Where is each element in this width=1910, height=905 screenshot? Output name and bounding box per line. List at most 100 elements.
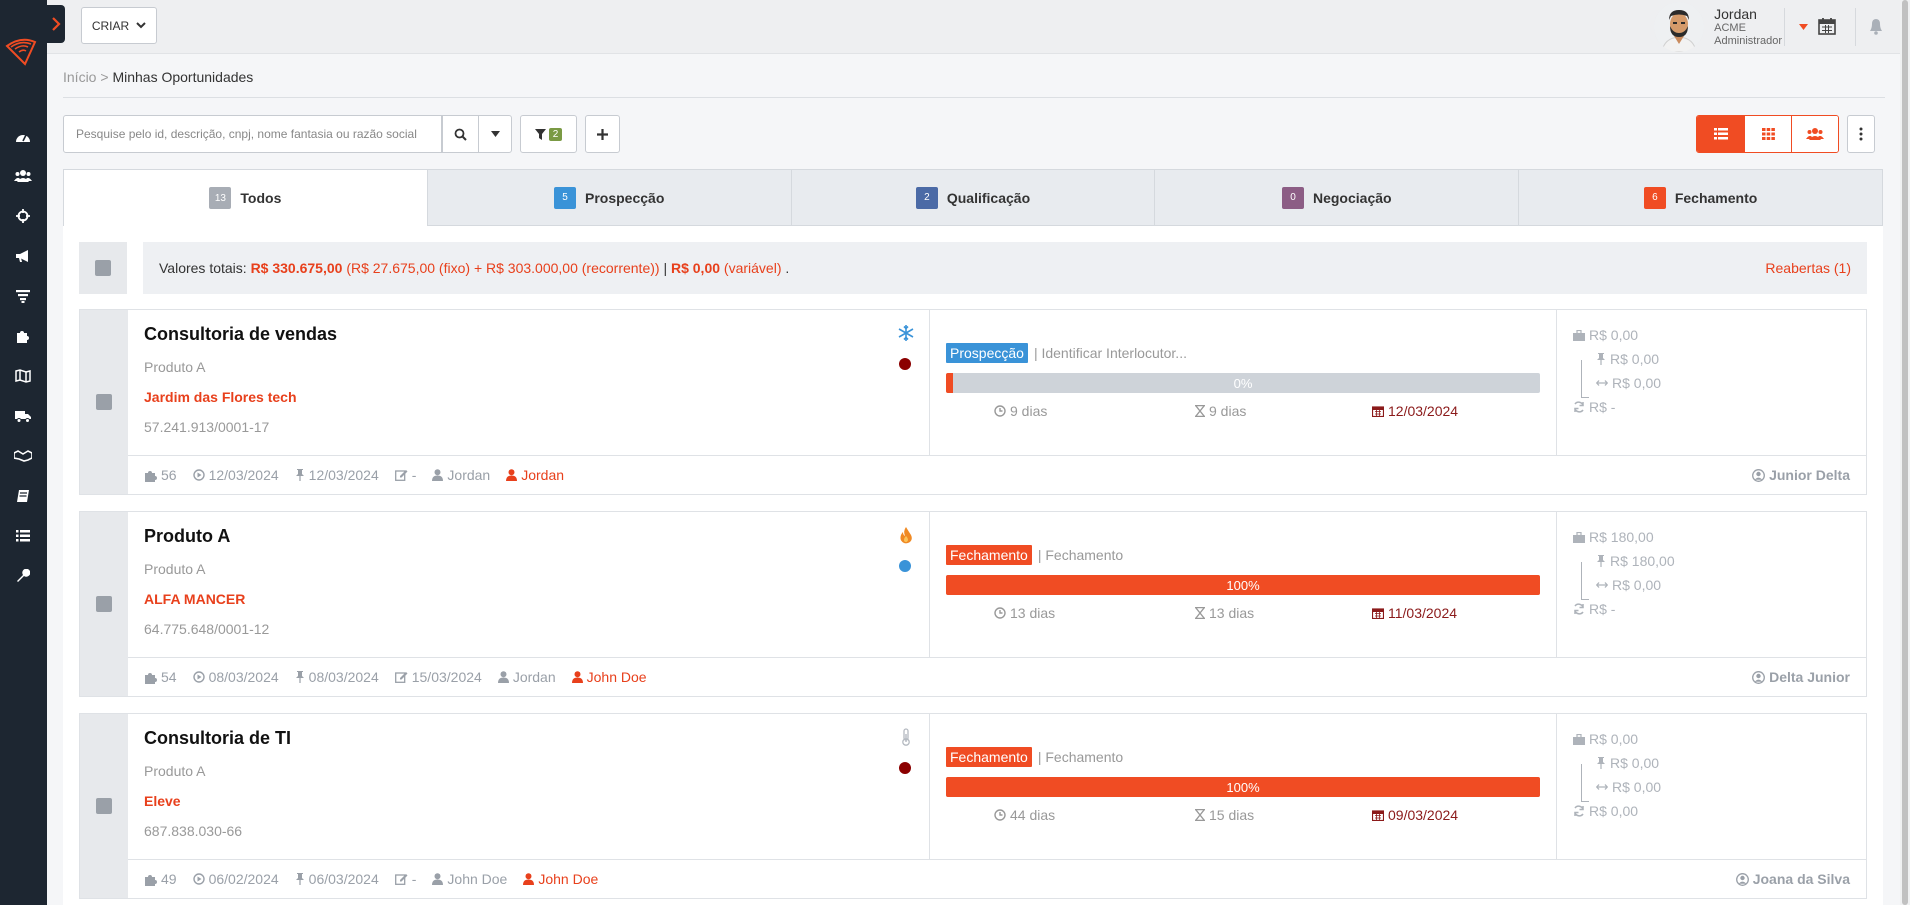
- contact[interactable]: Joana da Silva: [1735, 871, 1850, 887]
- users-icon: [1806, 128, 1824, 140]
- play-circle-icon: [192, 469, 205, 481]
- top-bar: CRIAR Jordan ACME Administrador: [47, 0, 1910, 54]
- opportunity-id-value: 54: [161, 669, 177, 685]
- opportunity-title[interactable]: Produto A: [144, 526, 913, 547]
- opportunity-company[interactable]: ALFA MANCER: [144, 591, 913, 607]
- pinned-date: 12/03/2024: [295, 467, 379, 483]
- kebab-icon: [1859, 127, 1863, 141]
- responsible[interactable]: Jordan: [506, 467, 564, 483]
- pinned-date: 08/03/2024: [295, 669, 379, 685]
- calendar-icon[interactable]: [1816, 15, 1838, 37]
- responsible[interactable]: John Doe: [571, 669, 647, 685]
- responsible[interactable]: John Doe: [523, 871, 598, 887]
- totals-dot: .: [785, 260, 790, 276]
- megaphone-icon[interactable]: [13, 246, 33, 266]
- arrows-horizontal-icon: [1596, 582, 1608, 588]
- opportunity-checkbox[interactable]: [80, 310, 128, 494]
- tab-label: Negociação: [1312, 189, 1392, 206]
- crosshairs-icon[interactable]: [13, 206, 33, 226]
- search-options-button[interactable]: [478, 115, 512, 153]
- opportunity-footer: 49 06/02/2024 06/03/2024 - John Doe John…: [128, 860, 1866, 898]
- map-icon[interactable]: [13, 366, 33, 386]
- opportunity-title[interactable]: Consultoria de vendas: [144, 324, 913, 345]
- opportunity-values: R$ 0,00 R$ 0,00 R$ 0,00 R$ -: [1557, 310, 1866, 456]
- handshake-icon[interactable]: [13, 446, 33, 466]
- tab-qualificacao[interactable]: 2 Qualificação: [791, 169, 1156, 226]
- reopened-link[interactable]: Reabertas (1): [1765, 260, 1851, 276]
- wrench-icon[interactable]: [13, 566, 33, 586]
- caret-down-icon: [1799, 24, 1808, 30]
- briefcase-icon: [1573, 329, 1585, 341]
- scrollbar-thumb[interactable]: [1902, 0, 1908, 905]
- opportunity-card[interactable]: Consultoria de vendas Produto A Jardim d…: [79, 309, 1867, 495]
- book-icon[interactable]: [13, 486, 33, 506]
- search-button[interactable]: [442, 115, 479, 153]
- totals-summary: Valores totais: R$ 330.675,00 (R$ 27.675…: [159, 260, 789, 276]
- value-fixed-amount: R$ 0,00: [1610, 351, 1660, 367]
- tab-fechamento[interactable]: 6 Fechamento: [1519, 169, 1883, 226]
- checkbox: [95, 260, 111, 276]
- opportunity-info: Consultoria de TI Produto A Eleve 687.83…: [128, 714, 930, 860]
- days-in-stage-value: 15 dias: [1209, 807, 1255, 823]
- funnel-icon[interactable]: [13, 286, 33, 306]
- user-icon: [523, 873, 535, 885]
- status-dot: [899, 358, 911, 370]
- opportunity-title[interactable]: Consultoria de TI: [144, 728, 913, 749]
- tree-connector: [1581, 801, 1589, 802]
- grid-view-button[interactable]: [1744, 116, 1791, 152]
- tab-todos[interactable]: 13 Todos: [63, 169, 428, 226]
- calendar-icon: [1372, 608, 1384, 619]
- filter-button[interactable]: 2: [520, 115, 577, 153]
- tab-label: Prospecção: [585, 189, 665, 206]
- totals-plus: +: [473, 260, 483, 276]
- user-icon: [571, 671, 583, 683]
- tab-negociacao[interactable]: 0 Negociação: [1155, 169, 1520, 226]
- refresh-icon: [1574, 805, 1584, 817]
- progress-label: 100%: [1226, 779, 1260, 795]
- value-fixed: R$ 180,00: [1596, 553, 1675, 569]
- select-all-checkbox[interactable]: [79, 242, 127, 294]
- sidebar-toggle-button[interactable]: [47, 5, 65, 43]
- app-logo[interactable]: [5, 34, 37, 66]
- users-icon[interactable]: [13, 166, 33, 186]
- opportunity-company[interactable]: Eleve: [144, 793, 913, 809]
- contact-name: Joana da Silva: [1752, 871, 1850, 887]
- opportunity-card[interactable]: Produto A Produto A ALFA MANCER 64.775.6…: [79, 511, 1867, 697]
- filter-icon: [534, 128, 546, 140]
- contact[interactable]: Junior Delta: [1752, 467, 1850, 483]
- plus-icon: [597, 128, 608, 140]
- opportunity-card[interactable]: Consultoria de TI Produto A Eleve 687.83…: [79, 713, 1867, 899]
- dashboard-icon[interactable]: [13, 127, 33, 147]
- search-input[interactable]: [63, 115, 442, 153]
- more-options-button[interactable]: [1847, 115, 1875, 153]
- stage-step: | Fechamento: [1037, 547, 1124, 563]
- days-open: 13 dias: [994, 605, 1055, 621]
- user-menu[interactable]: Jordan ACME Administrador: [1654, 0, 1808, 54]
- created-date-value: 06/02/2024: [208, 871, 279, 887]
- page-scrollbar[interactable]: [1900, 0, 1910, 905]
- contact[interactable]: Delta Junior: [1752, 669, 1850, 685]
- opportunity-id-value: 56: [161, 467, 177, 483]
- opportunity-checkbox[interactable]: [80, 512, 128, 696]
- opportunity-checkbox[interactable]: [80, 714, 128, 898]
- puzzle-icon[interactable]: [13, 326, 33, 346]
- user-circle-icon: [1752, 468, 1766, 482]
- truck-icon[interactable]: [13, 406, 33, 426]
- opportunity-id: 56: [144, 467, 177, 483]
- progress-label: 0%: [1233, 375, 1253, 391]
- creator: Jordan: [432, 467, 490, 483]
- add-opportunity-button[interactable]: [585, 115, 620, 153]
- create-button[interactable]: CRIAR: [81, 7, 157, 44]
- list-view-button[interactable]: [1697, 116, 1744, 152]
- list-icon[interactable]: [13, 526, 33, 546]
- team-view-button[interactable]: [1791, 116, 1838, 152]
- clock-icon: [994, 607, 1006, 619]
- bell-icon[interactable]: [1865, 15, 1887, 37]
- opportunity-company[interactable]: Jardim das Flores tech: [144, 389, 913, 405]
- tab-prospeccao[interactable]: 5 Prospecção: [427, 169, 792, 226]
- created-date: 08/03/2024: [192, 669, 279, 685]
- edit-icon: [394, 672, 408, 683]
- breadcrumb-home-link[interactable]: Início: [63, 69, 96, 85]
- value-total: R$ 0,00: [1573, 327, 1638, 343]
- user-icon: [497, 671, 509, 683]
